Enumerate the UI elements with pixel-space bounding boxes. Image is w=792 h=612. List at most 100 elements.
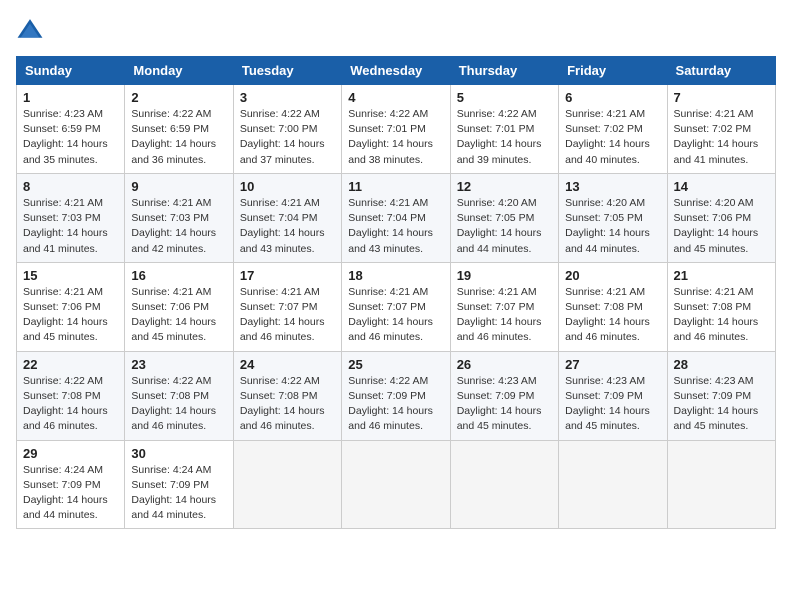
col-header-saturday: Saturday xyxy=(667,57,775,85)
day-info: Sunrise: 4:21 AM Sunset: 7:03 PM Dayligh… xyxy=(131,196,226,257)
day-info: Sunrise: 4:20 AM Sunset: 7:06 PM Dayligh… xyxy=(674,196,769,257)
calendar-cell: 28 Sunrise: 4:23 AM Sunset: 7:09 PM Dayl… xyxy=(667,351,775,440)
week-row-4: 22 Sunrise: 4:22 AM Sunset: 7:08 PM Dayl… xyxy=(17,351,776,440)
calendar-cell: 12 Sunrise: 4:20 AM Sunset: 7:05 PM Dayl… xyxy=(450,173,558,262)
col-header-friday: Friday xyxy=(559,57,667,85)
day-number: 13 xyxy=(565,179,660,194)
day-info: Sunrise: 4:21 AM Sunset: 7:02 PM Dayligh… xyxy=(565,107,660,168)
calendar-cell: 4 Sunrise: 4:22 AM Sunset: 7:01 PM Dayli… xyxy=(342,85,450,174)
calendar-cell: 7 Sunrise: 4:21 AM Sunset: 7:02 PM Dayli… xyxy=(667,85,775,174)
calendar-cell xyxy=(233,440,341,529)
day-info: Sunrise: 4:21 AM Sunset: 7:08 PM Dayligh… xyxy=(674,285,769,346)
day-info: Sunrise: 4:22 AM Sunset: 7:01 PM Dayligh… xyxy=(348,107,443,168)
day-info: Sunrise: 4:24 AM Sunset: 7:09 PM Dayligh… xyxy=(131,463,226,524)
calendar-cell: 23 Sunrise: 4:22 AM Sunset: 7:08 PM Dayl… xyxy=(125,351,233,440)
day-number: 7 xyxy=(674,90,769,105)
day-number: 10 xyxy=(240,179,335,194)
calendar-cell xyxy=(667,440,775,529)
calendar-header-row: SundayMondayTuesdayWednesdayThursdayFrid… xyxy=(17,57,776,85)
day-info: Sunrise: 4:20 AM Sunset: 7:05 PM Dayligh… xyxy=(565,196,660,257)
logo xyxy=(16,16,48,44)
calendar-cell: 27 Sunrise: 4:23 AM Sunset: 7:09 PM Dayl… xyxy=(559,351,667,440)
day-number: 30 xyxy=(131,446,226,461)
calendar-cell: 6 Sunrise: 4:21 AM Sunset: 7:02 PM Dayli… xyxy=(559,85,667,174)
calendar-cell: 14 Sunrise: 4:20 AM Sunset: 7:06 PM Dayl… xyxy=(667,173,775,262)
week-row-3: 15 Sunrise: 4:21 AM Sunset: 7:06 PM Dayl… xyxy=(17,262,776,351)
day-info: Sunrise: 4:22 AM Sunset: 7:08 PM Dayligh… xyxy=(240,374,335,435)
calendar-cell: 26 Sunrise: 4:23 AM Sunset: 7:09 PM Dayl… xyxy=(450,351,558,440)
calendar-cell: 20 Sunrise: 4:21 AM Sunset: 7:08 PM Dayl… xyxy=(559,262,667,351)
day-info: Sunrise: 4:22 AM Sunset: 7:00 PM Dayligh… xyxy=(240,107,335,168)
col-header-wednesday: Wednesday xyxy=(342,57,450,85)
day-number: 5 xyxy=(457,90,552,105)
day-info: Sunrise: 4:21 AM Sunset: 7:04 PM Dayligh… xyxy=(240,196,335,257)
day-info: Sunrise: 4:22 AM Sunset: 7:01 PM Dayligh… xyxy=(457,107,552,168)
day-number: 19 xyxy=(457,268,552,283)
day-number: 20 xyxy=(565,268,660,283)
day-number: 11 xyxy=(348,179,443,194)
day-number: 21 xyxy=(674,268,769,283)
day-info: Sunrise: 4:21 AM Sunset: 7:07 PM Dayligh… xyxy=(348,285,443,346)
day-number: 16 xyxy=(131,268,226,283)
calendar-cell: 18 Sunrise: 4:21 AM Sunset: 7:07 PM Dayl… xyxy=(342,262,450,351)
calendar-cell: 11 Sunrise: 4:21 AM Sunset: 7:04 PM Dayl… xyxy=(342,173,450,262)
day-number: 18 xyxy=(348,268,443,283)
calendar-cell: 24 Sunrise: 4:22 AM Sunset: 7:08 PM Dayl… xyxy=(233,351,341,440)
day-number: 25 xyxy=(348,357,443,372)
day-number: 4 xyxy=(348,90,443,105)
day-info: Sunrise: 4:21 AM Sunset: 7:07 PM Dayligh… xyxy=(457,285,552,346)
day-info: Sunrise: 4:21 AM Sunset: 7:06 PM Dayligh… xyxy=(23,285,118,346)
day-number: 23 xyxy=(131,357,226,372)
calendar-cell: 10 Sunrise: 4:21 AM Sunset: 7:04 PM Dayl… xyxy=(233,173,341,262)
col-header-tuesday: Tuesday xyxy=(233,57,341,85)
calendar-cell: 16 Sunrise: 4:21 AM Sunset: 7:06 PM Dayl… xyxy=(125,262,233,351)
day-info: Sunrise: 4:23 AM Sunset: 6:59 PM Dayligh… xyxy=(23,107,118,168)
col-header-thursday: Thursday xyxy=(450,57,558,85)
calendar-cell: 22 Sunrise: 4:22 AM Sunset: 7:08 PM Dayl… xyxy=(17,351,125,440)
calendar-cell: 13 Sunrise: 4:20 AM Sunset: 7:05 PM Dayl… xyxy=(559,173,667,262)
day-number: 27 xyxy=(565,357,660,372)
calendar-cell: 17 Sunrise: 4:21 AM Sunset: 7:07 PM Dayl… xyxy=(233,262,341,351)
day-number: 26 xyxy=(457,357,552,372)
day-info: Sunrise: 4:23 AM Sunset: 7:09 PM Dayligh… xyxy=(565,374,660,435)
day-info: Sunrise: 4:21 AM Sunset: 7:02 PM Dayligh… xyxy=(674,107,769,168)
day-number: 28 xyxy=(674,357,769,372)
calendar-cell: 25 Sunrise: 4:22 AM Sunset: 7:09 PM Dayl… xyxy=(342,351,450,440)
calendar-cell xyxy=(342,440,450,529)
day-info: Sunrise: 4:24 AM Sunset: 7:09 PM Dayligh… xyxy=(23,463,118,524)
calendar-cell: 21 Sunrise: 4:21 AM Sunset: 7:08 PM Dayl… xyxy=(667,262,775,351)
day-number: 8 xyxy=(23,179,118,194)
calendar-table: SundayMondayTuesdayWednesdayThursdayFrid… xyxy=(16,56,776,529)
day-number: 9 xyxy=(131,179,226,194)
logo-icon xyxy=(16,16,44,44)
day-info: Sunrise: 4:21 AM Sunset: 7:04 PM Dayligh… xyxy=(348,196,443,257)
day-info: Sunrise: 4:21 AM Sunset: 7:03 PM Dayligh… xyxy=(23,196,118,257)
calendar-cell: 1 Sunrise: 4:23 AM Sunset: 6:59 PM Dayli… xyxy=(17,85,125,174)
day-info: Sunrise: 4:20 AM Sunset: 7:05 PM Dayligh… xyxy=(457,196,552,257)
calendar-cell xyxy=(450,440,558,529)
day-number: 3 xyxy=(240,90,335,105)
day-info: Sunrise: 4:22 AM Sunset: 7:09 PM Dayligh… xyxy=(348,374,443,435)
calendar-cell: 3 Sunrise: 4:22 AM Sunset: 7:00 PM Dayli… xyxy=(233,85,341,174)
day-number: 15 xyxy=(23,268,118,283)
day-info: Sunrise: 4:21 AM Sunset: 7:08 PM Dayligh… xyxy=(565,285,660,346)
day-number: 24 xyxy=(240,357,335,372)
day-info: Sunrise: 4:22 AM Sunset: 6:59 PM Dayligh… xyxy=(131,107,226,168)
col-header-sunday: Sunday xyxy=(17,57,125,85)
day-info: Sunrise: 4:21 AM Sunset: 7:07 PM Dayligh… xyxy=(240,285,335,346)
col-header-monday: Monday xyxy=(125,57,233,85)
day-number: 6 xyxy=(565,90,660,105)
day-number: 17 xyxy=(240,268,335,283)
calendar-cell: 8 Sunrise: 4:21 AM Sunset: 7:03 PM Dayli… xyxy=(17,173,125,262)
calendar-cell: 30 Sunrise: 4:24 AM Sunset: 7:09 PM Dayl… xyxy=(125,440,233,529)
day-number: 29 xyxy=(23,446,118,461)
day-info: Sunrise: 4:21 AM Sunset: 7:06 PM Dayligh… xyxy=(131,285,226,346)
day-number: 22 xyxy=(23,357,118,372)
day-number: 12 xyxy=(457,179,552,194)
calendar-cell: 2 Sunrise: 4:22 AM Sunset: 6:59 PM Dayli… xyxy=(125,85,233,174)
day-info: Sunrise: 4:23 AM Sunset: 7:09 PM Dayligh… xyxy=(457,374,552,435)
day-info: Sunrise: 4:23 AM Sunset: 7:09 PM Dayligh… xyxy=(674,374,769,435)
page-header xyxy=(16,16,776,44)
day-info: Sunrise: 4:22 AM Sunset: 7:08 PM Dayligh… xyxy=(23,374,118,435)
calendar-cell xyxy=(559,440,667,529)
